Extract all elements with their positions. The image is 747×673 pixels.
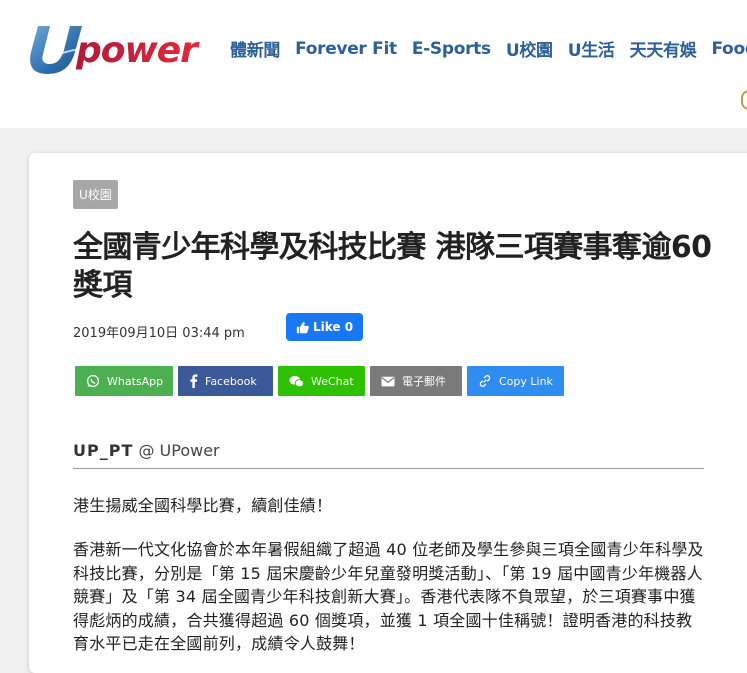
mail-icon	[381, 376, 395, 386]
article-title: 全國青少年科學及科技比賽 港隊三項賽事奪逾60獎項	[73, 230, 712, 303]
facebook-icon	[190, 374, 198, 388]
nav-item-entertainment[interactable]: 天天有娛	[630, 36, 697, 61]
whatsapp-icon	[86, 374, 100, 388]
facebook-like-button[interactable]: Like 0	[286, 313, 364, 341]
nav-item-u-life[interactable]: U生活	[568, 36, 615, 61]
email-label: 電子郵件	[402, 375, 446, 388]
copy-link-button[interactable]: Copy Link	[467, 366, 564, 396]
nav-item-u-campus[interactable]: U校園	[506, 36, 553, 61]
wechat-icon	[289, 375, 304, 387]
nav-item-fooday[interactable]: Fooday	[711, 39, 747, 59]
divider	[73, 468, 704, 469]
author-name[interactable]: UP_PT	[73, 441, 133, 460]
nav-item-forever-fit[interactable]: Forever Fit	[295, 39, 397, 59]
author-byline: UP_PT @ UPower	[73, 441, 220, 460]
publish-date: 2019年09月10日 03:44 pm	[73, 326, 245, 341]
whatsapp-label: WhatsApp	[107, 374, 164, 388]
copy-link-label: Copy Link	[499, 374, 553, 388]
thumbs-up-icon	[296, 321, 309, 333]
upower-logo[interactable]: power	[24, 20, 210, 76]
main-nav: 體新聞 Forever Fit E-Sports U校園 U生活 天天有娛 Fo…	[230, 36, 747, 62]
wechat-share-button[interactable]: WeChat	[278, 366, 365, 396]
nav-item-sports[interactable]: 體新聞	[230, 36, 280, 61]
article-lead: 港生揚威全國科學比賽，續創佳績！	[73, 496, 333, 515]
facebook-share-button[interactable]: Facebook	[178, 366, 273, 396]
author-outlet: @ UPower	[138, 441, 220, 460]
like-label: Like 0	[313, 320, 354, 334]
category-tag[interactable]: U校園	[73, 180, 118, 209]
wechat-label: WeChat	[311, 374, 354, 388]
whatsapp-share-button[interactable]: WhatsApp	[75, 366, 173, 396]
link-icon	[479, 375, 491, 387]
email-share-button[interactable]: 電子郵件	[370, 366, 462, 396]
article-paragraph: 香港新一代文化協會於本年暑假組織了超過 40 位老師及學生參與三項全國青少年科學…	[73, 540, 704, 653]
nav-item-esports[interactable]: E-Sports	[412, 39, 491, 59]
share-buttons: WhatsApp Facebook WeChat 電子郵件 Copy Link	[75, 366, 564, 396]
facebook-label: Facebook	[205, 374, 257, 388]
svg-text:power: power	[75, 30, 200, 71]
partial-icon	[741, 90, 747, 110]
site-header: power 體新聞 Forever Fit E-Sports U校園 U生活 天…	[0, 0, 747, 128]
